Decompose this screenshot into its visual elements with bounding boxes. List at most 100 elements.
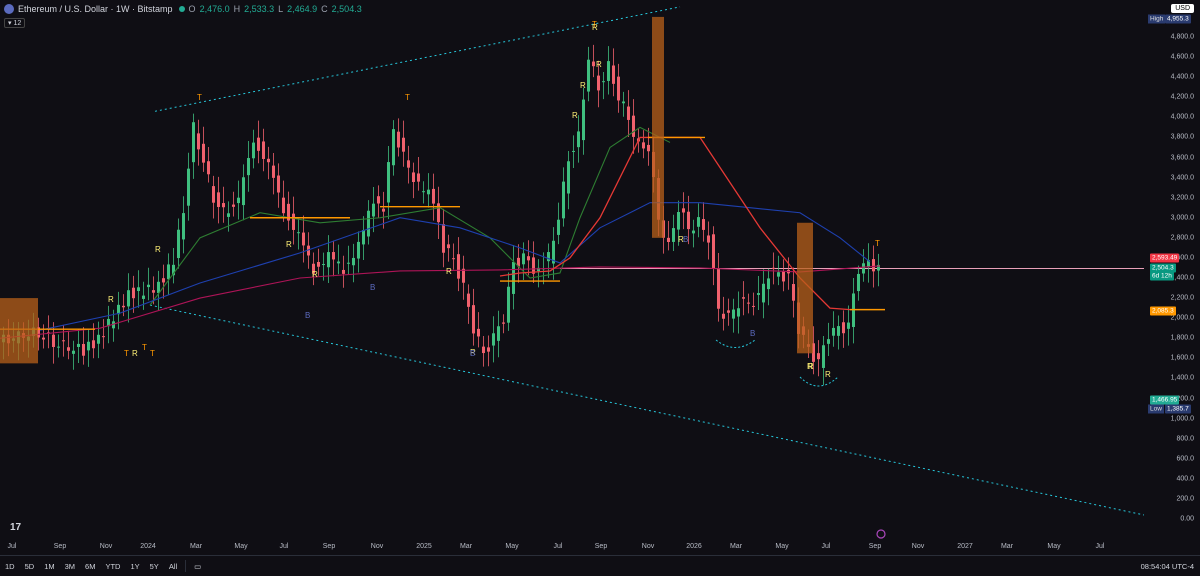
candle-body — [697, 217, 700, 227]
low-tag-label: Low — [1148, 404, 1164, 414]
time-axis[interactable]: Jul Sep Nov 2024 Mar May Jul Sep Nov 2025 Mar May Ju… — [0, 540, 1144, 554]
range-button-ytd[interactable]: YTD — [100, 562, 125, 571]
reversal-marker-r: R — [155, 245, 161, 254]
candle-body — [747, 302, 750, 304]
time-tick: Sep — [868, 543, 882, 550]
candle-body — [737, 308, 740, 317]
break-marker-b: B — [370, 283, 375, 292]
supply-band — [0, 298, 38, 364]
candle-body — [792, 284, 795, 301]
candle-body — [267, 158, 270, 163]
candle-body — [782, 271, 785, 282]
candle-body — [562, 181, 565, 219]
candle-body — [497, 326, 500, 341]
candle-body — [622, 101, 625, 104]
range-button-1y[interactable]: 1Y — [125, 562, 144, 571]
time-tick: Nov — [99, 543, 113, 550]
candle-body — [232, 204, 235, 207]
candle-body — [447, 244, 450, 249]
candle-body — [767, 278, 770, 290]
high-label: H — [233, 4, 241, 14]
time-tick: Jul — [821, 543, 831, 550]
candle-body — [282, 197, 285, 214]
range-button-3m[interactable]: 3M — [60, 562, 80, 571]
range-button-1d[interactable]: 1D — [0, 562, 20, 571]
candle-body — [712, 234, 715, 269]
candle-body — [192, 122, 195, 163]
candle-body — [472, 305, 475, 334]
price-tick: 1,600.0 — [1170, 354, 1194, 362]
candle-body — [467, 293, 470, 307]
candle-body — [222, 203, 225, 208]
candle-body — [532, 257, 535, 274]
close-value: 2,504.3 — [331, 4, 362, 14]
chart-area[interactable]: TTTTTTTRRRRRRRRRRRRRRRBBBBB — [0, 0, 1200, 575]
candle-body — [347, 262, 350, 264]
candle-body — [67, 347, 70, 351]
reversal-marker-r: R — [807, 362, 813, 371]
price-tick: 400.0 — [1176, 475, 1194, 483]
time-tick: 2024 — [140, 543, 156, 550]
candle-body — [322, 264, 325, 266]
candle-body — [832, 327, 835, 336]
candle-body — [627, 106, 630, 120]
break-marker-b: B — [750, 329, 755, 338]
candle-body — [407, 160, 410, 168]
price-label: 2,593.49 — [1150, 253, 1180, 263]
candle-body — [362, 229, 365, 245]
candle-body — [587, 59, 590, 92]
candle-body — [872, 259, 875, 272]
time-tick: Mar — [189, 543, 203, 550]
price-tick: 3,400.0 — [1170, 174, 1194, 182]
candle-body — [682, 208, 685, 213]
candle-body — [102, 336, 105, 338]
price-tick: 1,800.0 — [1170, 334, 1194, 342]
candle-body — [177, 229, 180, 259]
indicators-toggle-button[interactable]: ▾ 12 — [4, 18, 26, 28]
market-status-icon — [178, 6, 185, 12]
reversal-marker-r: R — [580, 81, 586, 90]
candle-body — [672, 228, 675, 242]
candle-body — [342, 269, 345, 274]
range-button-1m[interactable]: 1M — [39, 562, 59, 571]
candle-body — [522, 253, 525, 265]
candle-body — [132, 287, 135, 299]
candle-body — [387, 162, 390, 203]
price-chart[interactable]: T TTTTTTRRRRRRRR RRRRRRRBBBBB — [0, 0, 1144, 540]
candle-body — [527, 256, 530, 261]
candle-body — [152, 290, 155, 293]
price-tick: 1,400.0 — [1170, 374, 1194, 382]
reversal-marker-r: R — [286, 240, 292, 249]
candle-body — [632, 115, 635, 137]
candle-body — [337, 261, 340, 264]
candle-body — [722, 313, 725, 319]
tradingview-logo[interactable]: 17 — [10, 522, 21, 533]
candle-body — [147, 284, 150, 288]
clock: 08:54:04 UTC-4 — [1140, 561, 1194, 571]
candle-body — [572, 150, 575, 152]
price-tick: 0.00 — [1180, 515, 1194, 523]
candle-body — [247, 158, 250, 176]
candle-body — [837, 326, 840, 336]
reversal-marker-r: R — [108, 295, 114, 304]
candle-body — [502, 322, 505, 324]
candle-body — [647, 144, 650, 152]
range-button-5d[interactable]: 5D — [20, 562, 40, 571]
time-tick: Sep — [322, 543, 336, 550]
candle-body — [97, 334, 100, 344]
open-value: 2,476.0 — [199, 4, 230, 14]
symbol-title[interactable]: Ethereum / U.S. Dollar · 1W · Bitstamp — [18, 4, 173, 14]
range-button-5y[interactable]: 5Y — [145, 562, 164, 571]
price-tick: 4,800.0 — [1170, 33, 1194, 41]
trend-marker-t: T — [197, 93, 202, 102]
date-range-icon[interactable]: ▭ — [189, 562, 206, 571]
range-button-all[interactable]: All — [164, 562, 182, 571]
time-tick: Jul — [1095, 543, 1105, 550]
candle-body — [332, 252, 335, 260]
range-button-6m[interactable]: 6M — [80, 562, 100, 571]
high-value: 2,533.3 — [244, 4, 275, 14]
reversal-marker-r: R — [446, 267, 452, 276]
break-marker-b: B — [470, 349, 475, 358]
candle-body — [412, 172, 415, 183]
candle-body — [357, 241, 360, 259]
